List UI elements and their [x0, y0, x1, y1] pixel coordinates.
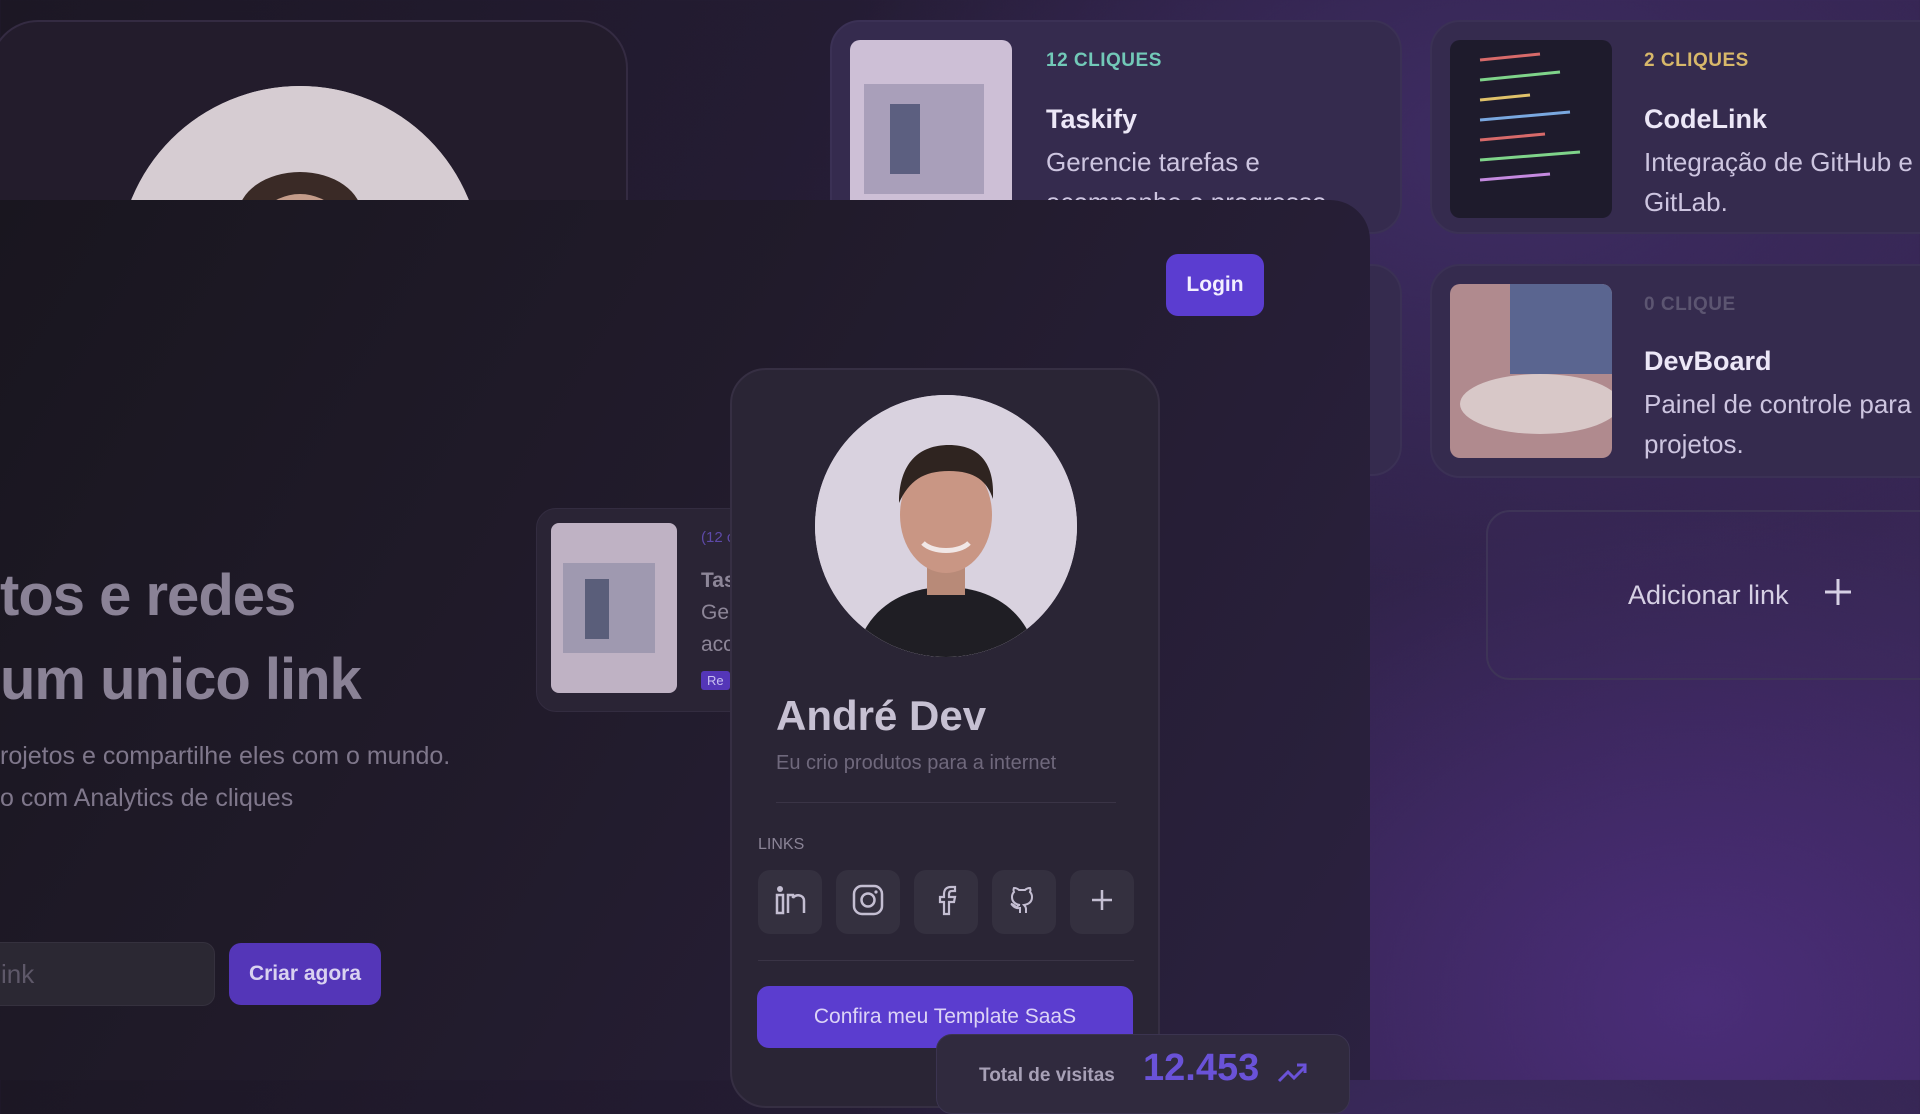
- github-icon: [1008, 884, 1040, 921]
- add-social-button[interactable]: [1070, 870, 1134, 934]
- card-title: CodeLink: [1644, 104, 1768, 134]
- profile-avatar: [815, 395, 1077, 657]
- divider: [776, 802, 1116, 803]
- total-visits-card: Total de visitas 12.453: [936, 1034, 1350, 1114]
- mini-card-thumbnail: [551, 523, 677, 693]
- devboard-thumbnail: [1450, 284, 1612, 458]
- hero-heading-line1: tos e redes: [0, 563, 296, 628]
- hero-subtitle-line2: o com Analytics de cliques: [0, 784, 294, 812]
- visits-value: 12.453: [1143, 1047, 1260, 1089]
- linkedin-icon: [774, 884, 806, 921]
- plus-icon: [1823, 577, 1853, 614]
- profile-name: André Dev: [776, 692, 987, 739]
- instagram-button[interactable]: [836, 870, 900, 934]
- links-heading: LINKS: [758, 836, 805, 853]
- plus-icon: [1089, 887, 1115, 918]
- card-desc-line1: Integração de GitHub e: [1644, 147, 1913, 177]
- visits-label: Total de visitas: [979, 1065, 1115, 1086]
- linkedin-button[interactable]: [758, 870, 822, 934]
- login-button[interactable]: Login: [1166, 254, 1264, 316]
- link-card-devboard[interactable]: 0 CLIQUE DevBoard Painel de controle par…: [1430, 264, 1920, 478]
- card-title: DevBoard: [1644, 346, 1772, 376]
- card-desc-line1: Painel de controle para: [1644, 389, 1912, 419]
- codelink-thumbnail: [1450, 40, 1612, 218]
- mini-card-line2: acc: [701, 633, 734, 656]
- add-link-label: Adicionar link: [1628, 579, 1789, 610]
- profile-bio: Eu crio produtos para a internet: [776, 752, 1057, 774]
- mini-card-line1: Ge: [701, 601, 730, 624]
- create-now-button[interactable]: Criar agora: [229, 943, 381, 1005]
- facebook-icon: [930, 884, 962, 921]
- add-link-button[interactable]: Adicionar link: [1486, 510, 1920, 680]
- github-button[interactable]: [992, 870, 1056, 934]
- card-clicks: 2 CLIQUES: [1644, 50, 1749, 71]
- divider: [758, 960, 1134, 961]
- card-title: Taskify: [1046, 104, 1138, 134]
- hero-subtitle-line1: rojetos e compartilhe eles com o mundo.: [0, 742, 451, 770]
- card-desc-line1: Gerencie tarefas e: [1046, 147, 1260, 177]
- card-clicks: 12 CLIQUES: [1046, 50, 1162, 71]
- facebook-button[interactable]: [914, 870, 978, 934]
- card-clicks: 0 CLIQUE: [1644, 294, 1736, 315]
- mini-card-badge: Re: [701, 671, 730, 690]
- taskify-thumbnail: [850, 40, 1012, 218]
- card-desc-line2: GitLab.: [1644, 187, 1728, 217]
- instagram-icon: [852, 884, 884, 921]
- link-card-codelink[interactable]: 2 CLIQUES CodeLink Integração de GitHub …: [1430, 20, 1920, 234]
- card-desc-line2: projetos.: [1644, 429, 1744, 459]
- hero-heading-line2: um unico link: [0, 647, 362, 712]
- trend-up-icon: [1277, 1061, 1307, 1090]
- link-input[interactable]: ink: [0, 942, 215, 1006]
